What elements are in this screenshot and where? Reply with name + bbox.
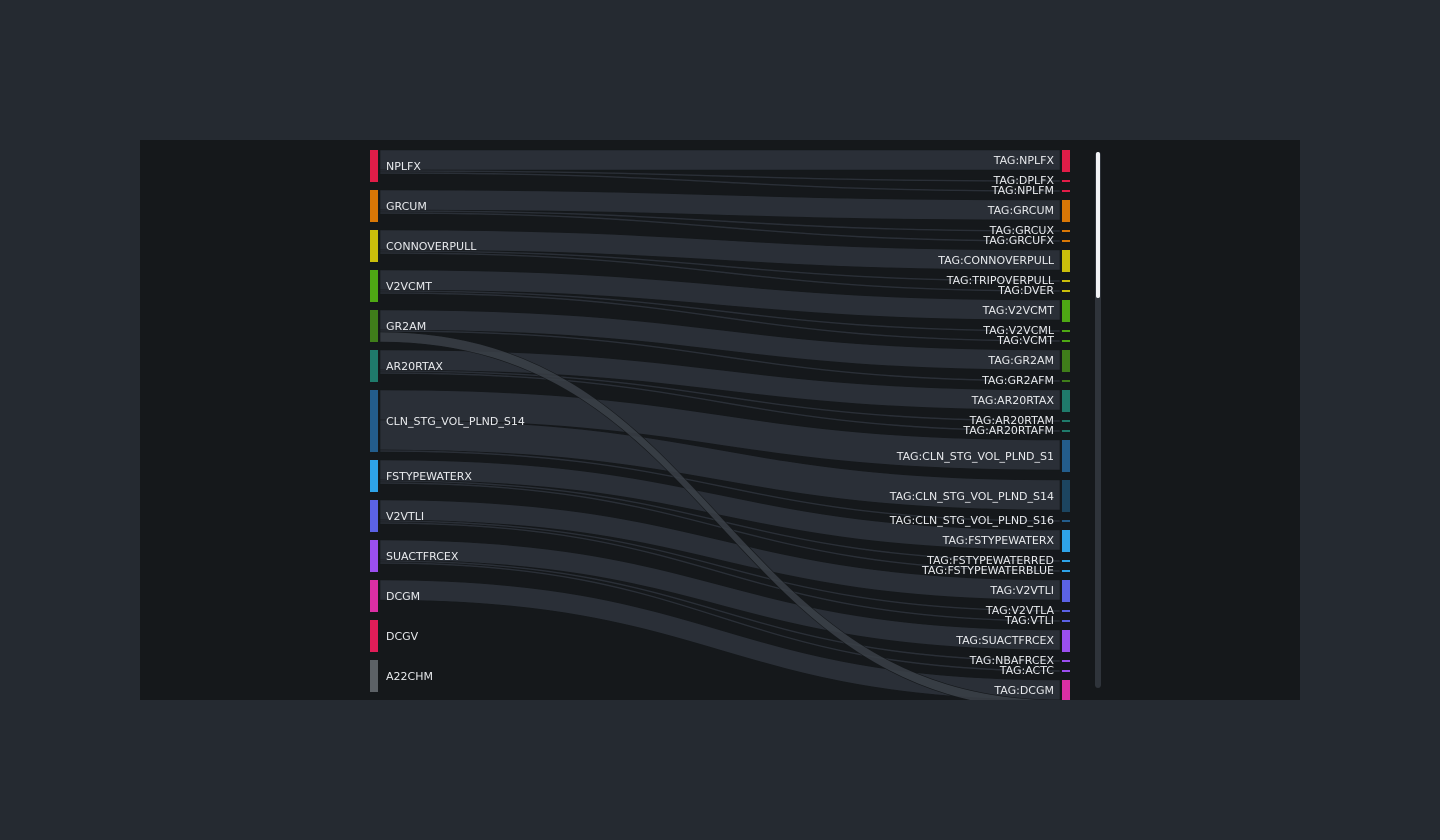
target-label: TAG:CONNOVERPULL: [937, 254, 1055, 267]
target-label: TAG:NPLFX: [993, 154, 1055, 167]
target-label: TAG:SUACTFRCEX: [955, 634, 1054, 647]
source-node-connoverpull[interactable]: [370, 230, 378, 262]
target-label: TAG:ACTC: [999, 664, 1055, 677]
source-node-suactfrcex[interactable]: [370, 540, 378, 572]
source-label: FSTYPEWATERX: [386, 470, 472, 483]
source-label: DCGV: [386, 630, 419, 643]
target-node-tag-vcmt[interactable]: [1062, 340, 1070, 342]
target-label: TAG:GR2AM: [987, 354, 1054, 367]
target-node-tag-v2vcml[interactable]: [1062, 330, 1070, 332]
target-node-tag-fstypewaterblue[interactable]: [1062, 570, 1070, 572]
source-node-gr2am[interactable]: [370, 310, 378, 342]
source-label: CLN_STG_VOL_PLND_S14: [386, 415, 525, 428]
target-label: TAG:FSTYPEWATERBLUE: [921, 564, 1054, 577]
target-label: TAG:CLN_STG_VOL_PLND_S16: [889, 514, 1054, 527]
target-node-tag-actc[interactable]: [1062, 670, 1070, 672]
source-node-dcgm[interactable]: [370, 580, 378, 612]
target-label: TAG:FSTYPEWATERX: [942, 534, 1055, 547]
source-label: SUACTFRCEX: [386, 550, 459, 563]
target-label: TAG:VTLI: [1004, 614, 1054, 627]
target-node-tag-v2vtli[interactable]: [1062, 580, 1070, 602]
target-label: TAG:GRCUFX: [982, 234, 1054, 247]
target-node-tag-nplfx[interactable]: [1062, 150, 1070, 172]
target-node-tag-cln-stg-vol-plnd-s16[interactable]: [1062, 520, 1070, 522]
target-node-tag-ar20rtafm[interactable]: [1062, 430, 1070, 432]
sankey-panel: NPLFX GRCUM CONNOVERPULL V2VCMT GR2AM AR20RTA…: [140, 140, 1300, 700]
source-node-grcum[interactable]: [370, 190, 378, 222]
sankey-diagram: NPLFX GRCUM CONNOVERPULL V2VCMT GR2AM AR20RTA…: [370, 149, 1070, 700]
target-node-tag-tripoverpull[interactable]: [1062, 280, 1070, 282]
source-label: GR2AM: [386, 320, 426, 333]
target-node-tag-cln-stg-vol-plnd-s14[interactable]: [1062, 480, 1070, 512]
target-label: TAG:VCMT: [996, 334, 1054, 347]
source-label: NPLFX: [386, 160, 421, 173]
target-node-tag-suactfrcex[interactable]: [1062, 630, 1070, 652]
target-node-tag-ar20rtam[interactable]: [1062, 420, 1070, 422]
target-node-tag-v2vtla[interactable]: [1062, 610, 1070, 612]
link-nplfx-to-tag-dplfx[interactable]: [379, 169, 1061, 183]
target-label: TAG:V2VTLI: [989, 584, 1054, 597]
source-label: A22CHM: [386, 670, 433, 683]
target-node-tag-fstypewaterred[interactable]: [1062, 560, 1070, 562]
source-label: DCGM: [386, 590, 420, 603]
target-node-tag-dver[interactable]: [1062, 290, 1070, 292]
link-nplfx-to-tag-nplfx[interactable]: [379, 149, 1061, 171]
source-label: V2VTLI: [386, 510, 424, 523]
target-label: TAG:V2VCMT: [982, 304, 1055, 317]
target-node-tag-gr2am[interactable]: [1062, 350, 1070, 372]
source-node-a22chm[interactable]: [370, 660, 378, 692]
scrollbar-track[interactable]: [1095, 152, 1101, 688]
source-label: AR20RTAX: [386, 360, 443, 373]
source-node-cln-stg-vol-plnd-s14[interactable]: [370, 390, 378, 452]
target-node-tag-fstypewaterx[interactable]: [1062, 530, 1070, 552]
target-node-tag-grcum[interactable]: [1062, 200, 1070, 222]
source-label: V2VCMT: [386, 280, 432, 293]
target-label: TAG:DCGM: [993, 684, 1054, 697]
target-node-tag-ar20rtax[interactable]: [1062, 390, 1070, 412]
source-label: GRCUM: [386, 200, 427, 213]
target-node-tag-v2vcmt[interactable]: [1062, 300, 1070, 322]
source-node-dcgv[interactable]: [370, 620, 378, 652]
target-node-tag-dcgm[interactable]: [1062, 680, 1070, 700]
link-grcum-to-tag-grcum[interactable]: [379, 189, 1061, 221]
target-node-tag-connoverpull[interactable]: [1062, 250, 1070, 272]
target-label: TAG:CLN_STG_VOL_PLND_S14: [889, 490, 1054, 503]
target-node-tag-dplfx[interactable]: [1062, 180, 1070, 182]
target-node-tag-grcufx[interactable]: [1062, 240, 1070, 242]
source-node-v2vcmt[interactable]: [370, 270, 378, 302]
source-node-nplfx[interactable]: [370, 150, 378, 182]
source-label: CONNOVERPULL: [386, 240, 477, 253]
target-node-tag-grcux[interactable]: [1062, 230, 1070, 232]
target-node-tag-nplfm[interactable]: [1062, 190, 1070, 192]
target-node-tag-nbafrcex[interactable]: [1062, 660, 1070, 662]
source-node-ar20rtax[interactable]: [370, 350, 378, 382]
target-label: TAG:NPLFM: [991, 184, 1054, 197]
source-node-v2vtli[interactable]: [370, 500, 378, 532]
target-label: TAG:GR2AFM: [981, 374, 1054, 387]
scrollbar-thumb[interactable]: [1096, 152, 1100, 298]
target-node-tag-gr2afm[interactable]: [1062, 380, 1070, 382]
target-label: TAG:AR20RTAX: [971, 394, 1055, 407]
target-label: TAG:DVER: [997, 284, 1054, 297]
source-node-fstypewaterx[interactable]: [370, 460, 378, 492]
target-label: TAG:GRCUM: [987, 204, 1054, 217]
target-label: TAG:AR20RTAFM: [962, 424, 1054, 437]
target-node-tag-cln-stg-vol-plnd-s1[interactable]: [1062, 440, 1070, 472]
target-label: TAG:CLN_STG_VOL_PLND_S1: [896, 450, 1054, 463]
target-node-tag-vtli[interactable]: [1062, 620, 1070, 622]
